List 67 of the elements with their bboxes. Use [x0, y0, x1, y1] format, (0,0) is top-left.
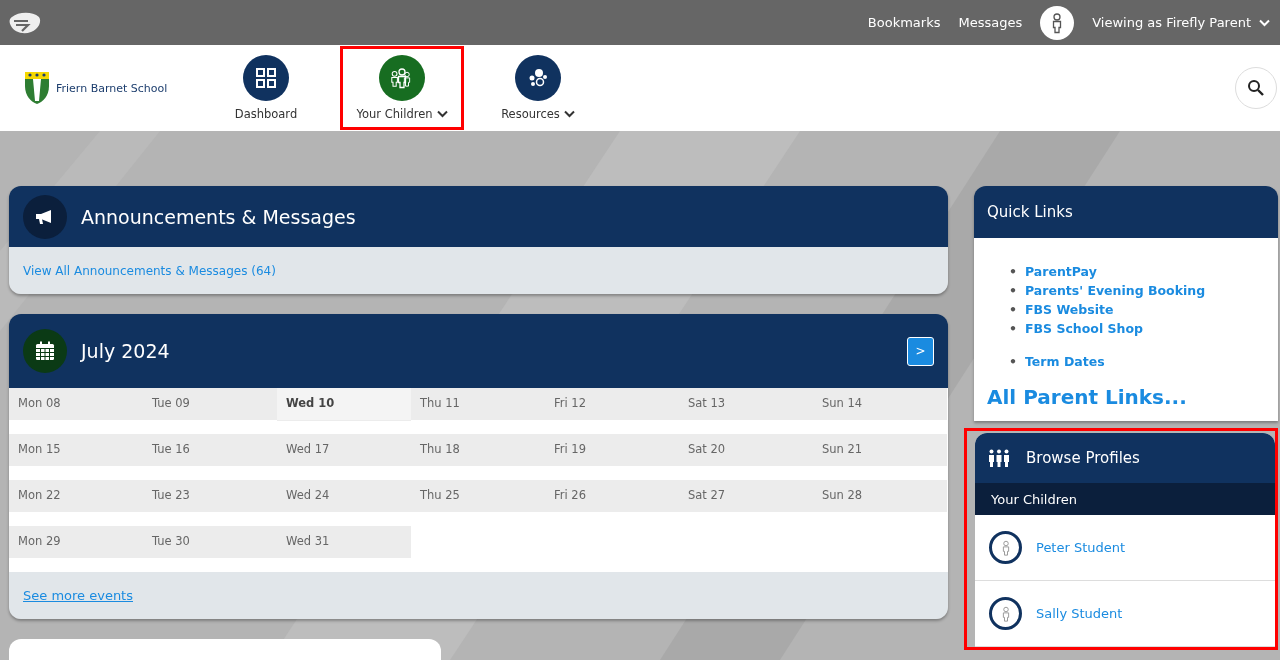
people-icon — [988, 449, 1010, 467]
calendar-day[interactable]: Sun 14 — [813, 388, 947, 420]
calendar-day[interactable]: Sat 13 — [679, 388, 813, 420]
quick-link[interactable]: FBS Website — [1025, 300, 1114, 319]
calendar-day[interactable]: Mon 15 — [9, 434, 143, 466]
bullet: • — [1009, 353, 1017, 371]
all-links-link[interactable]: All Parent Links... — [987, 385, 1187, 409]
calendar-day[interactable]: Sat 20 — [679, 434, 813, 466]
calendar-day[interactable]: Mon 08 — [9, 388, 143, 420]
card-title: Quick Links — [987, 203, 1073, 221]
calendar-day[interactable]: Wed 17 — [277, 434, 411, 466]
people-icon — [391, 68, 411, 89]
avatar-icon[interactable] — [1040, 5, 1075, 40]
next-month-button[interactable]: > — [907, 336, 934, 366]
logo-icon[interactable] — [8, 10, 42, 35]
crest-icon — [24, 71, 50, 105]
month-title: July 2024 — [81, 340, 170, 362]
search-icon — [1247, 79, 1265, 97]
calendar-day[interactable]: Fri 12 — [545, 388, 679, 420]
quick-link[interactable]: ParentPay — [1025, 262, 1097, 281]
calendar-day[interactable]: Sat 27 — [679, 480, 813, 512]
calendar-day[interactable]: Thu 18 — [411, 434, 545, 466]
bullet: • — [1009, 263, 1017, 281]
quick-link[interactable]: FBS School Shop — [1025, 319, 1143, 338]
grid-icon — [256, 68, 276, 88]
nav-item[interactable]: Resources — [476, 46, 600, 130]
see-more-link[interactable]: See more events — [23, 588, 133, 603]
calendar-day[interactable]: Mon 29 — [9, 526, 143, 558]
calendar-day[interactable]: Tue 09 — [143, 388, 277, 420]
bubbles-icon — [529, 69, 547, 87]
calendar-day[interactable]: Wed 31 — [277, 526, 411, 558]
account-menu[interactable]: Viewing as Firefly Parent — [1092, 15, 1270, 30]
calendar-day[interactable]: Fri 19 — [545, 434, 679, 466]
caret-icon — [436, 110, 448, 118]
profile-link[interactable]: Sally Student — [1036, 606, 1123, 621]
calendar-day[interactable]: Thu 25 — [411, 480, 545, 512]
calendar-day[interactable]: Tue 23 — [143, 480, 277, 512]
quick-link[interactable]: Parents' Evening Booking — [1025, 281, 1206, 300]
quick-link[interactable]: Term Dates — [1025, 352, 1105, 371]
profile-link[interactable]: Peter Student — [1036, 540, 1126, 555]
avatar-icon — [989, 531, 1022, 564]
top-link[interactable]: Bookmarks — [867, 15, 941, 30]
calendar-day[interactable]: Mon 22 — [9, 480, 143, 512]
calendar-day[interactable]: Fri 26 — [545, 480, 679, 512]
calendar-day[interactable]: Wed 10 — [277, 388, 411, 421]
calendar-day[interactable]: Thu 11 — [411, 388, 545, 420]
calendar-day[interactable]: Tue 30 — [143, 526, 277, 558]
search-button[interactable] — [1235, 67, 1277, 109]
nav-item[interactable]: Dashboard — [204, 46, 328, 130]
avatar-icon — [989, 597, 1022, 630]
bullet: • — [1009, 301, 1017, 319]
announcements-link[interactable]: View All Announcements & Messages (64) — [23, 263, 276, 278]
calendar-day[interactable]: Tue 16 — [143, 434, 277, 466]
bullet: • — [1009, 320, 1017, 338]
caret-icon — [1259, 18, 1270, 27]
card-title: Browse Profiles — [1026, 449, 1140, 467]
calendar-day[interactable]: Wed 24 — [277, 480, 411, 512]
caret-icon — [563, 110, 575, 118]
nav-item[interactable]: Your Children — [340, 46, 464, 130]
calendar-icon — [35, 341, 55, 361]
card-title: Announcements & Messages — [81, 205, 356, 228]
calendar-day[interactable]: Sun 21 — [813, 434, 947, 466]
school-name: Friern Barnet School — [56, 81, 168, 95]
top-link[interactable]: Messages — [958, 15, 1023, 30]
section-title: Your Children — [991, 491, 1077, 507]
calendar-day[interactable]: Sun 28 — [813, 480, 947, 512]
bullet: • — [1009, 282, 1017, 300]
